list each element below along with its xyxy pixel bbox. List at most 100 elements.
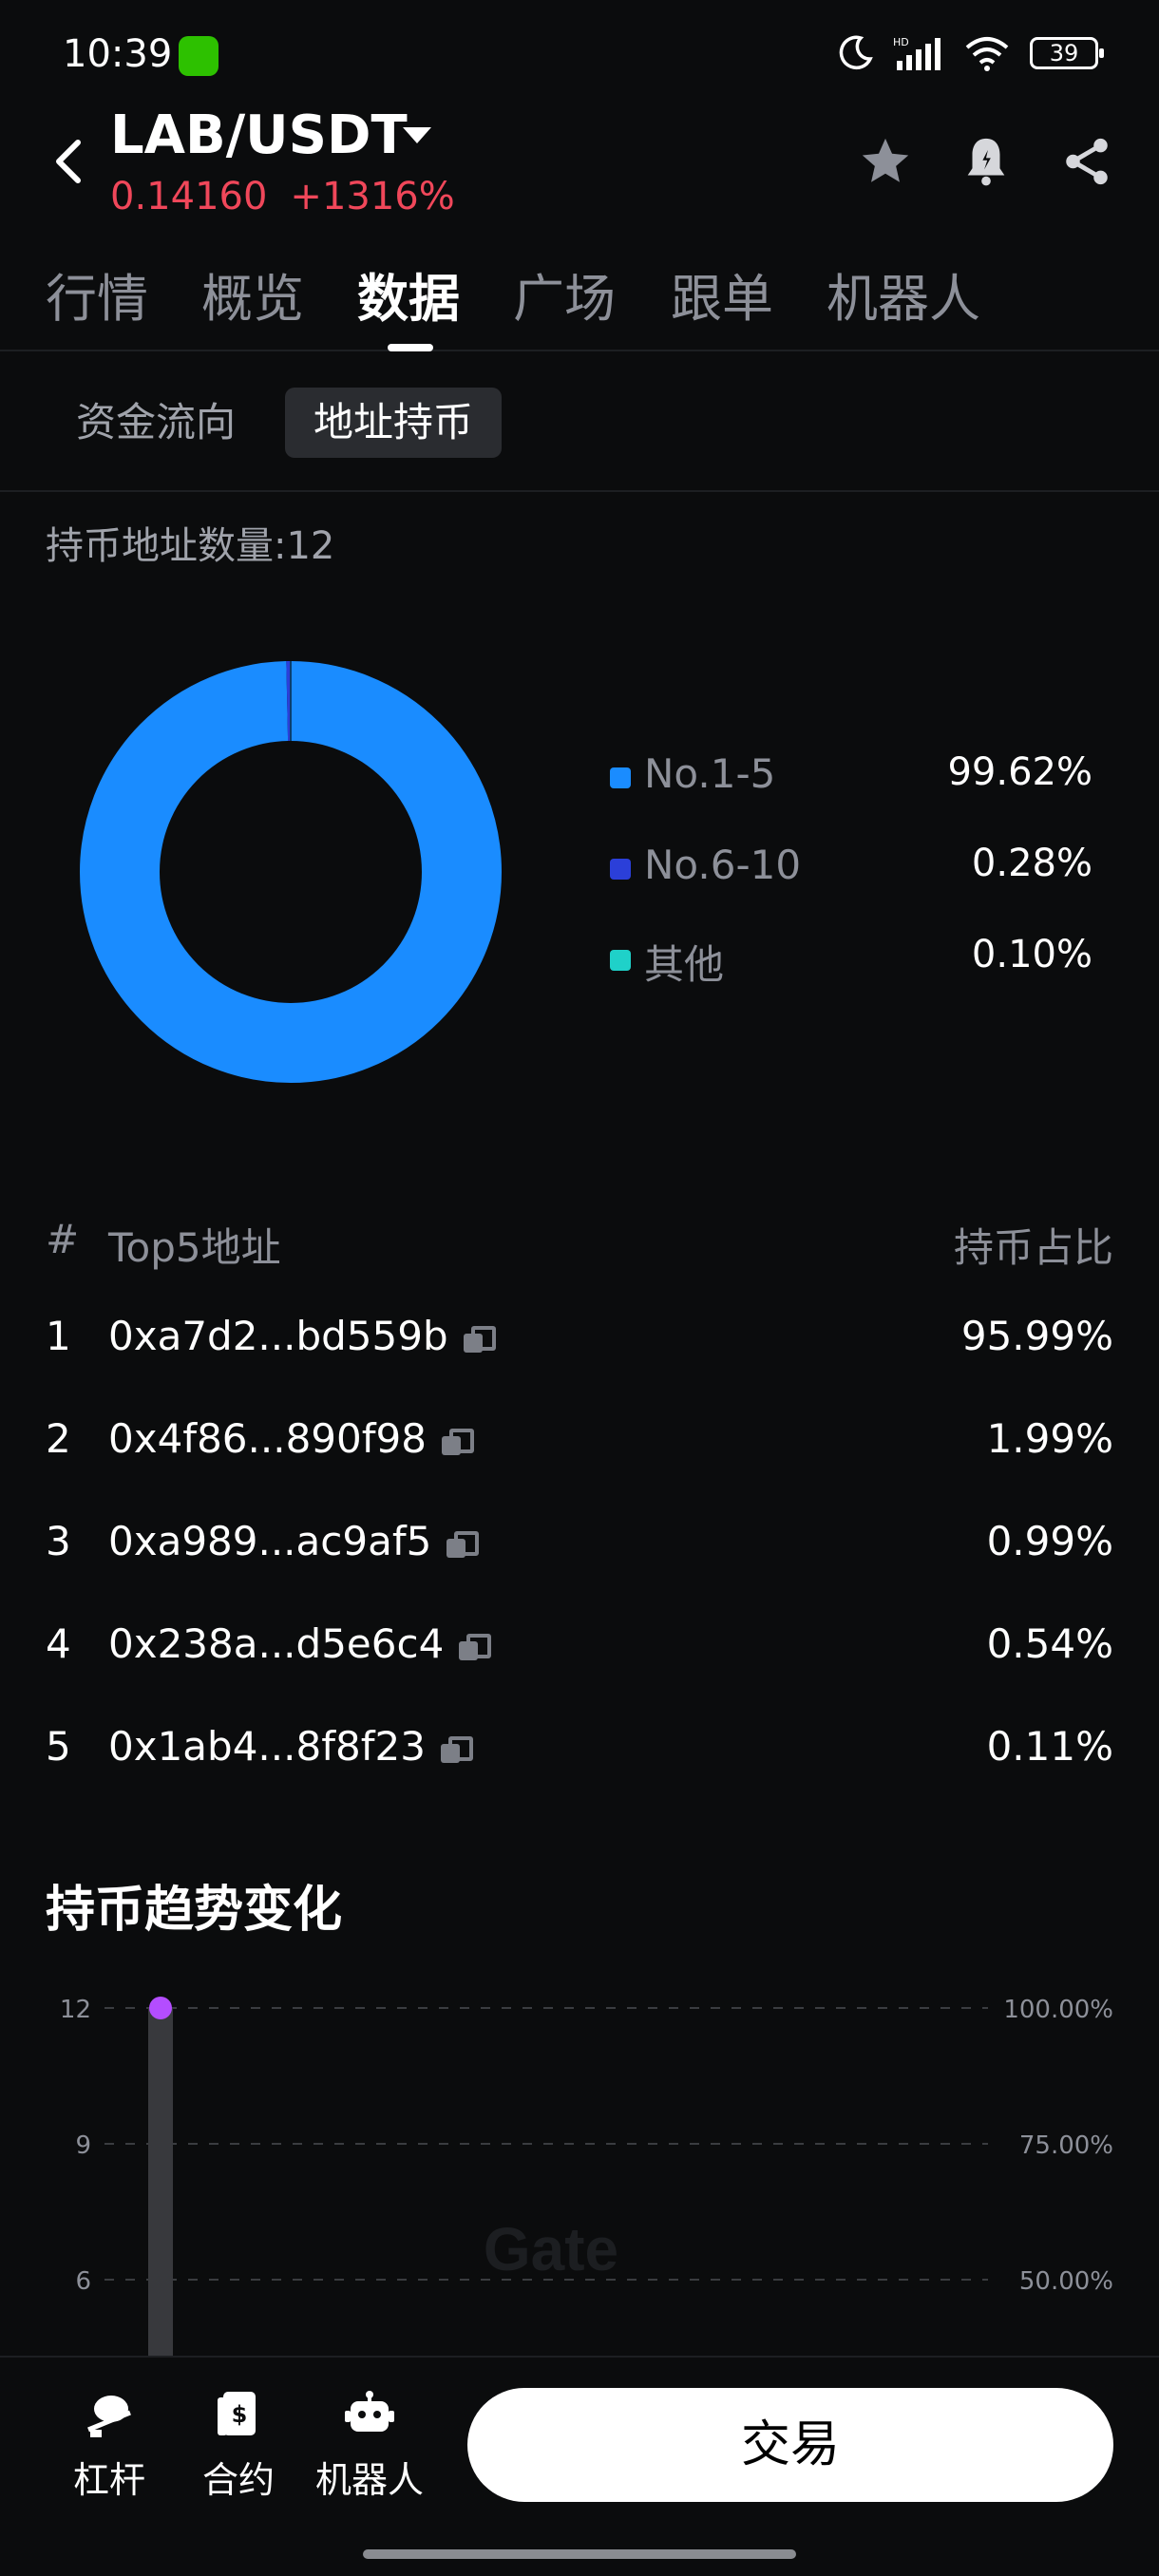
table-row: 3 0xa989...ac9af5 0.99% <box>46 1518 1113 1584</box>
table-row: 1 0xa7d2...bd559b 95.99% <box>46 1313 1113 1379</box>
sub-tabs: 资金流向 地址持币 <box>0 353 1159 492</box>
holdings-donut-chart <box>80 661 502 1083</box>
bot-button[interactable]: 机器人 <box>308 2388 431 2503</box>
back-icon[interactable] <box>46 133 91 190</box>
row-share: 0.11% <box>986 1723 1113 1770</box>
y-axis-left-tick: 6 <box>75 2267 91 2296</box>
address-text: 0x1ab4...8f8f23 <box>108 1723 426 1770</box>
price-row: 0.14160 +1316% <box>110 175 455 218</box>
gate-watermark: Gate <box>484 2215 618 2283</box>
legend-row: 其他 0.10% <box>608 933 1092 1024</box>
futures-label: 合约 <box>201 2459 275 2501</box>
tab-overview[interactable]: 概览 <box>201 256 304 331</box>
futures-contract-icon: $ <box>218 2392 256 2435</box>
signal-icon: HD <box>893 36 940 70</box>
tab-data[interactable]: 数据 <box>357 256 460 331</box>
row-rank: 2 <box>46 1415 71 1462</box>
row-share: 1.99% <box>986 1415 1113 1462</box>
y-axis-right-tick: 100.00% <box>1003 1996 1113 2024</box>
tab-copy-trading[interactable]: 跟单 <box>671 256 773 331</box>
battery-indicator: 39 <box>1030 37 1104 69</box>
copy-icon[interactable] <box>463 1325 496 1353</box>
wifi-icon <box>965 37 1009 71</box>
share-icon[interactable] <box>1058 133 1115 190</box>
row-address: 0xa989...ac9af5 <box>108 1518 480 1564</box>
pair-selector[interactable]: LAB/USDT <box>110 104 408 166</box>
legend-value: 0.10% <box>971 933 1092 976</box>
wechat-notification-icon <box>179 36 218 76</box>
robot-icon <box>345 2391 394 2432</box>
top5-table-header: # Top5地址 持币占比 <box>46 1216 1113 1273</box>
trend-section-title: 持币趋势变化 <box>46 1882 343 1939</box>
status-icons: HD 39 <box>836 34 1104 72</box>
leverage-icon <box>87 2396 131 2437</box>
price-change: +1316% <box>290 175 455 218</box>
row-address: 0xa7d2...bd559b <box>108 1313 496 1359</box>
y-axis-right-tick: 75.00% <box>1019 2131 1113 2160</box>
address-text: 0x4f86...890f98 <box>108 1415 427 1462</box>
svg-text:HD: HD <box>893 36 909 48</box>
leverage-label: 杠杆 <box>72 2459 145 2501</box>
last-price: 0.14160 <box>110 175 268 218</box>
legend-color-dot <box>610 950 631 971</box>
holder-count-bar <box>148 2008 173 2356</box>
status-time: 10:39 <box>63 32 173 76</box>
copy-icon[interactable] <box>441 1428 474 1455</box>
table-row: 5 0x1ab4...8f8f23 0.11% <box>46 1723 1113 1790</box>
copy-icon[interactable] <box>446 1530 480 1558</box>
row-share: 95.99% <box>960 1313 1113 1359</box>
subtab-address-holdings[interactable]: 地址持币 <box>285 388 503 458</box>
legend-value: 99.62% <box>947 750 1092 794</box>
favorite-star-icon[interactable] <box>857 133 914 190</box>
address-text: 0xa989...ac9af5 <box>108 1518 432 1564</box>
header-rank: # <box>46 1216 80 1262</box>
table-row: 4 0x238a...d5e6c4 0.54% <box>46 1620 1113 1687</box>
pair-header: LAB/USDT 0.14160 +1316% <box>0 104 1159 228</box>
svg-text:$: $ <box>232 2401 248 2428</box>
tab-square[interactable]: 广场 <box>513 256 616 331</box>
row-share: 0.99% <box>986 1518 1113 1564</box>
legend-label: No.1-5 <box>644 750 776 797</box>
donut-slice <box>80 661 502 1083</box>
row-rank: 1 <box>46 1313 71 1359</box>
y-axis-left-tick: 12 <box>60 1996 91 2024</box>
table-row: 2 0x4f86...890f98 1.99% <box>46 1415 1113 1482</box>
subtab-fund-flow[interactable]: 资金流向 <box>48 388 264 458</box>
active-tab-indicator <box>388 344 433 351</box>
leverage-button[interactable]: 杠杆 <box>48 2388 171 2503</box>
tab-bots[interactable]: 机器人 <box>826 256 980 331</box>
donut-legend: No.1-5 99.62% No.6-10 0.28% 其他 0.10% <box>608 750 1092 1024</box>
bottom-action-bar: 杠杆 $ 合约 机器人 交易 <box>0 2356 1159 2576</box>
home-indicator[interactable] <box>363 2549 796 2559</box>
price-alert-bell-icon[interactable] <box>958 133 1015 190</box>
header-actions <box>857 133 1115 190</box>
share-line-point <box>149 1997 172 2019</box>
row-rank: 5 <box>46 1723 71 1770</box>
row-address: 0x238a...d5e6c4 <box>108 1620 492 1667</box>
y-axis-right-tick: 50.00% <box>1019 2267 1113 2296</box>
caret-down-icon[interactable] <box>403 127 431 143</box>
moon-icon <box>839 35 873 70</box>
row-address: 0x1ab4...8f8f23 <box>108 1723 473 1770</box>
legend-color-dot <box>610 859 631 880</box>
address-text: 0xa7d2...bd559b <box>108 1313 448 1359</box>
row-rank: 4 <box>46 1620 71 1667</box>
row-rank: 3 <box>46 1518 71 1564</box>
futures-button[interactable]: $ 合约 <box>177 2388 300 2503</box>
header-address: Top5地址 <box>108 1224 281 1271</box>
y-axis-left-tick: 9 <box>75 2131 91 2160</box>
holding-trend-chart: Gate 12 100.00% 9 75.00% 6 50.00% <box>60 1996 1113 2356</box>
tab-market[interactable]: 行情 <box>46 256 148 331</box>
main-tabs: 行情 概览 数据 广场 跟单 机器人 <box>0 256 1159 351</box>
legend-value: 0.28% <box>971 842 1092 885</box>
status-bar: 10:39 HD 39 <box>0 0 1159 114</box>
copy-icon[interactable] <box>440 1735 473 1763</box>
row-address: 0x4f86...890f98 <box>108 1415 474 1462</box>
bot-label: 机器人 <box>314 2459 424 2501</box>
legend-label: 其他 <box>644 941 725 988</box>
copy-icon[interactable] <box>459 1633 492 1660</box>
legend-color-dot <box>610 767 631 788</box>
legend-row: No.6-10 0.28% <box>608 842 1092 933</box>
legend-row: No.1-5 99.62% <box>608 750 1092 842</box>
trade-button[interactable]: 交易 <box>467 2388 1113 2502</box>
